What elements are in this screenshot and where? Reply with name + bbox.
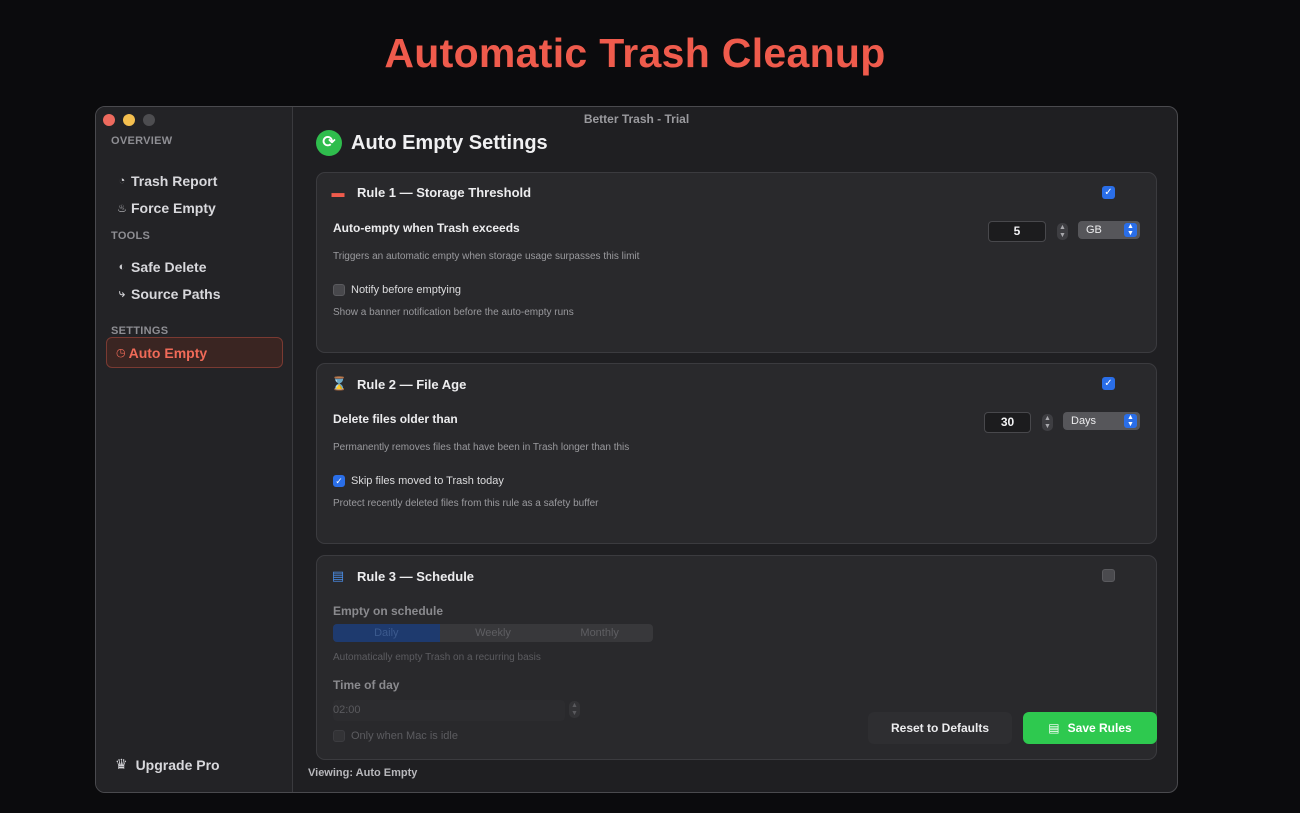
- page-title: Auto Empty Settings: [351, 131, 548, 154]
- calendar-icon: ▤: [331, 568, 345, 583]
- rule-enable-checkbox[interactable]: ✓: [1102, 186, 1115, 199]
- crown-icon: ♛: [115, 756, 128, 772]
- path-icon: ⤷: [118, 287, 126, 300]
- select-value: GB: [1086, 224, 1102, 236]
- idle-label: Only when Mac is idle: [351, 730, 458, 742]
- threshold-label: Auto-empty when Trash exceeds: [333, 221, 520, 235]
- rule-title: Rule 1 — Storage Threshold: [357, 185, 532, 200]
- upgrade-pro-button[interactable]: ♛ Upgrade Pro: [115, 756, 220, 773]
- threshold-value-input[interactable]: 5: [988, 221, 1046, 242]
- threshold-hint: Triggers an automatic empty when storage…: [333, 251, 640, 262]
- rule-card-file-age: ⌛ Rule 2 — File Age ✓ Delete files older…: [316, 363, 1157, 544]
- save-rules-button[interactable]: ▤ Save Rules: [1023, 712, 1157, 744]
- reset-label: Reset to Defaults: [890, 721, 990, 735]
- hourglass-icon: ⌛: [331, 376, 348, 391]
- chevron-updown-icon: ▲ ▼: [1124, 414, 1137, 428]
- time-of-day-input[interactable]: 02:00: [333, 700, 565, 721]
- rule-card-storage-threshold: ▬ Rule 1 — Storage Threshold ✓ Auto-empt…: [316, 172, 1157, 353]
- section-label-settings: SETTINGS: [111, 325, 169, 337]
- skip-today-label: Skip files moved to Trash today: [351, 475, 504, 487]
- rule-enable-checkbox[interactable]: ✓: [1102, 377, 1115, 390]
- main-content: ⟳ Auto Empty Settings ▬ Rule 1 — Storage…: [294, 107, 1177, 792]
- threshold-unit-select[interactable]: GB ▲ ▼: [1078, 221, 1140, 239]
- chevron-updown-icon: ▲ ▼: [1124, 223, 1137, 237]
- schedule-label: Empty on schedule: [333, 604, 444, 618]
- segment-monthly[interactable]: Monthly: [546, 624, 653, 642]
- pie-chart-icon: ◔: [118, 175, 126, 187]
- sidebar: OVERVIEW ◔ Trash Report ♨ Force Empty TO…: [96, 107, 293, 792]
- skip-today-option[interactable]: ✓ Skip files moved to Trash today: [333, 475, 504, 487]
- sidebar-item-label: Trash Report: [131, 173, 218, 189]
- rule-header: ▤ Rule 3 — Schedule: [331, 568, 474, 584]
- notify-label: Notify before emptying: [351, 284, 462, 296]
- clock-icon: ◷: [116, 347, 126, 359]
- page-header: ⟳ Auto Empty Settings: [316, 130, 548, 156]
- upgrade-pro-label: Upgrade Pro: [135, 756, 220, 773]
- select-value: Days: [1071, 415, 1097, 427]
- status-bar: Viewing: Auto Empty: [308, 767, 418, 779]
- reset-defaults-button[interactable]: Reset to Defaults: [868, 712, 1012, 744]
- idle-option[interactable]: Only when Mac is idle: [333, 730, 458, 742]
- sidebar-item-label: Force Empty: [131, 200, 216, 216]
- idle-checkbox[interactable]: [333, 730, 345, 742]
- time-stepper[interactable]: ▲ ▼: [569, 701, 580, 718]
- schedule-segmented-control[interactable]: Daily Weekly Monthly: [333, 624, 653, 642]
- sidebar-item-label: Safe Delete: [131, 259, 207, 275]
- notify-hint: Show a banner notification before the au…: [333, 307, 574, 318]
- shield-icon: ◐: [118, 261, 126, 273]
- sidebar-item-source-paths[interactable]: ⤷ Source Paths: [116, 286, 221, 302]
- sidebar-item-trash-report[interactable]: ◔ Trash Report: [116, 173, 218, 189]
- age-label: Delete files older than: [333, 412, 458, 426]
- sidebar-item-force-empty[interactable]: ♨ Force Empty: [116, 200, 216, 216]
- notify-checkbox[interactable]: [333, 284, 345, 296]
- refresh-icon: ⟳: [316, 130, 342, 156]
- age-unit-select[interactable]: Days ▲ ▼: [1063, 412, 1140, 430]
- drive-icon: ▬: [331, 185, 345, 200]
- age-stepper[interactable]: ▲ ▼: [1042, 414, 1053, 431]
- time-of-day-label: Time of day: [333, 678, 400, 692]
- rule-title: Rule 2 — File Age: [357, 376, 467, 392]
- age-value-input[interactable]: 30: [984, 412, 1031, 433]
- threshold-stepper[interactable]: ▲ ▼: [1057, 223, 1068, 240]
- schedule-hint: Automatically empty Trash on a recurring…: [333, 652, 541, 663]
- segment-daily[interactable]: Daily: [333, 624, 440, 642]
- age-hint: Permanently removes files that have been…: [333, 442, 630, 453]
- segment-weekly[interactable]: Weekly: [440, 624, 547, 642]
- notify-option[interactable]: Notify before emptying: [333, 284, 461, 296]
- document-icon: ▤: [1048, 721, 1060, 735]
- section-label-tools: TOOLS: [111, 230, 151, 242]
- sidebar-item-safe-delete[interactable]: ◐ Safe Delete: [116, 259, 207, 275]
- section-label-overview: OVERVIEW: [111, 135, 173, 147]
- rule-title: Rule 3 — Schedule: [357, 568, 475, 584]
- sidebar-item-label: Auto Empty: [128, 344, 208, 361]
- app-window: OVERVIEW ◔ Trash Report ♨ Force Empty TO…: [95, 106, 1178, 793]
- save-label: Save Rules: [1067, 721, 1132, 735]
- flame-icon: ♨: [117, 202, 127, 215]
- rule-header: ▬ Rule 1 — Storage Threshold: [331, 185, 532, 200]
- sidebar-item-label: Source Paths: [131, 286, 221, 302]
- hero-title: Automatic Trash Cleanup: [384, 30, 886, 76]
- skip-today-checkbox[interactable]: ✓: [333, 475, 345, 487]
- sidebar-item-auto-empty[interactable]: ◷ Auto Empty: [106, 337, 283, 368]
- rule-enable-checkbox[interactable]: [1102, 569, 1115, 582]
- skip-today-hint: Protect recently deleted files from this…: [333, 498, 599, 509]
- rule-header: ⌛ Rule 2 — File Age: [331, 376, 466, 392]
